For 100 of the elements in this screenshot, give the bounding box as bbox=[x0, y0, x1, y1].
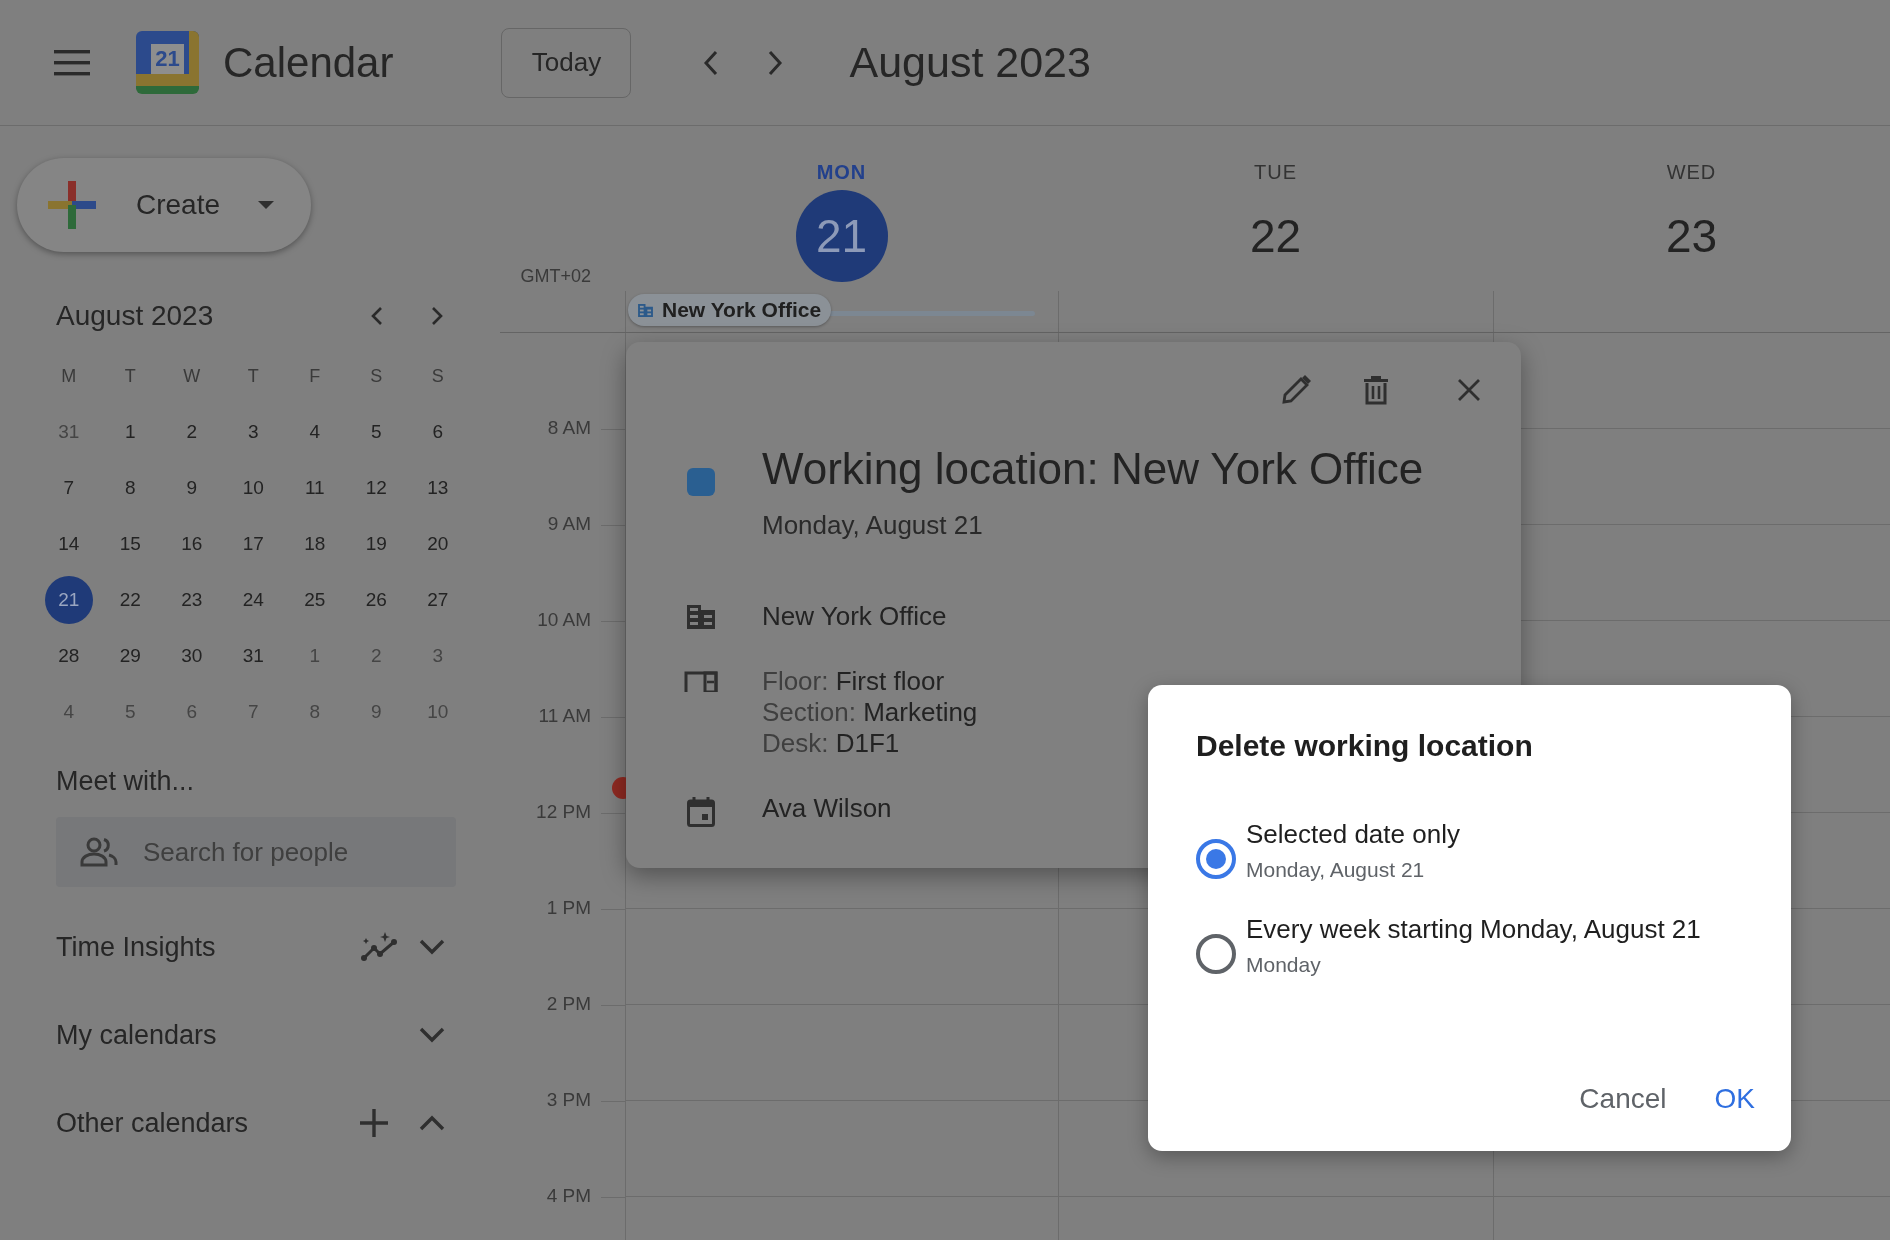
section-title[interactable]: Other calendars bbox=[56, 1107, 356, 1139]
date-cell[interactable]: 21 bbox=[44, 576, 93, 624]
plus-icon[interactable] bbox=[360, 1109, 388, 1137]
date-cell[interactable]: 14 bbox=[44, 520, 93, 568]
day-number[interactable]: 23 bbox=[1645, 190, 1738, 282]
date-cell[interactable]: 8 bbox=[106, 464, 155, 512]
day-number[interactable]: 22 bbox=[1229, 190, 1322, 282]
date-cell[interactable]: 2 bbox=[167, 408, 216, 456]
weekday-label: TUE bbox=[1254, 161, 1297, 184]
hour-label: 10 AM bbox=[537, 609, 591, 632]
date-cell[interactable]: 16 bbox=[167, 520, 216, 568]
date-cell[interactable]: 1 bbox=[290, 632, 339, 680]
date-cell[interactable]: 8 bbox=[290, 688, 339, 736]
desk-icon bbox=[684, 670, 718, 692]
date-cell[interactable]: 15 bbox=[106, 520, 155, 568]
date-cell[interactable]: 5 bbox=[352, 408, 401, 456]
day-number[interactable]: 21 bbox=[795, 190, 888, 282]
close-icon[interactable] bbox=[1457, 378, 1481, 402]
chevron-right-icon[interactable] bbox=[431, 306, 443, 326]
weekday-label: MON bbox=[816, 161, 867, 184]
location-text: New York Office bbox=[762, 601, 947, 632]
date-cell[interactable]: 9 bbox=[167, 464, 216, 512]
trash-icon[interactable] bbox=[1363, 375, 1389, 405]
date-cell[interactable]: 22 bbox=[106, 576, 155, 624]
option-sublabel: Monday bbox=[1246, 953, 1322, 977]
date-cell[interactable]: 29 bbox=[106, 632, 155, 680]
date-cell[interactable]: 24 bbox=[229, 576, 278, 624]
timezone-label: GMT+02 bbox=[520, 266, 591, 287]
event-date: Monday, August 21 bbox=[762, 510, 984, 541]
option-label[interactable]: Every week starting Monday, August 21 bbox=[1246, 914, 1701, 945]
detail-text: Desk: D1F1 bbox=[762, 728, 901, 759]
date-cell[interactable]: 31 bbox=[229, 632, 278, 680]
detail-text: Floor: First floor bbox=[762, 666, 946, 697]
hour-label: 4 PM bbox=[546, 1185, 591, 1208]
search-field[interactable]: Search for people bbox=[56, 817, 456, 887]
date-cell[interactable]: 13 bbox=[413, 464, 462, 512]
plus-icon bbox=[48, 181, 96, 229]
dialog-title: Delete working location bbox=[1196, 729, 1534, 763]
building-icon bbox=[687, 605, 715, 629]
weekday-label: WED bbox=[1666, 161, 1717, 184]
date-cell[interactable]: 3 bbox=[229, 408, 278, 456]
chevron-left-icon[interactable] bbox=[703, 49, 720, 76]
ok-button[interactable]: OK bbox=[1702, 1075, 1767, 1123]
date-cell[interactable]: 4 bbox=[290, 408, 339, 456]
hour-label: 1 PM bbox=[546, 897, 591, 920]
sparkle-chart-icon[interactable] bbox=[360, 932, 400, 962]
date-cell[interactable]: 9 bbox=[352, 688, 401, 736]
event-chip[interactable]: New York Office bbox=[628, 294, 832, 326]
date-cell[interactable]: 6 bbox=[413, 408, 462, 456]
date-cell[interactable]: 26 bbox=[352, 576, 401, 624]
date-cell[interactable]: 23 bbox=[167, 576, 216, 624]
weekday-label: M bbox=[60, 364, 78, 388]
period-title: August 2023 bbox=[849, 38, 1091, 87]
chevron-up-icon[interactable] bbox=[419, 1115, 445, 1131]
weekday-label: F bbox=[308, 364, 322, 388]
date-cell[interactable]: 10 bbox=[413, 688, 462, 736]
date-cell[interactable]: 7 bbox=[44, 464, 93, 512]
date-cell[interactable]: 5 bbox=[106, 688, 155, 736]
date-cell[interactable]: 10 bbox=[229, 464, 278, 512]
date-cell[interactable]: 6 bbox=[167, 688, 216, 736]
menu-icon[interactable] bbox=[54, 49, 90, 76]
today-button[interactable]: Today bbox=[501, 27, 632, 98]
hour-label: 11 AM bbox=[538, 705, 591, 728]
chevron-down-icon[interactable] bbox=[419, 1027, 445, 1043]
date-cell[interactable]: 11 bbox=[290, 464, 339, 512]
date-cell[interactable]: 30 bbox=[167, 632, 216, 680]
date-cell[interactable]: 12 bbox=[352, 464, 401, 512]
hour-label: 3 PM bbox=[546, 1089, 591, 1112]
date-cell[interactable]: 27 bbox=[413, 576, 462, 624]
date-cell[interactable]: 17 bbox=[229, 520, 278, 568]
date-cell[interactable]: 31 bbox=[44, 408, 93, 456]
section-title[interactable]: Time Insights bbox=[56, 931, 356, 963]
radio-button[interactable] bbox=[1196, 934, 1236, 974]
weekday-label: W bbox=[182, 364, 202, 388]
radio-button[interactable] bbox=[1196, 839, 1236, 879]
date-cell[interactable]: 20 bbox=[413, 520, 462, 568]
chevron-down-icon[interactable] bbox=[419, 939, 445, 955]
date-cell[interactable]: 3 bbox=[413, 632, 462, 680]
date-cell[interactable]: 2 bbox=[352, 632, 401, 680]
date-cell[interactable]: 25 bbox=[290, 576, 339, 624]
date-cell[interactable]: 28 bbox=[44, 632, 93, 680]
date-cell[interactable]: 4 bbox=[44, 688, 93, 736]
chevron-right-icon[interactable] bbox=[767, 49, 784, 76]
section-title[interactable]: My calendars bbox=[56, 1019, 356, 1051]
caret-icon bbox=[258, 201, 275, 209]
date-cell[interactable]: 7 bbox=[229, 688, 278, 736]
hour-label: 8 AM bbox=[547, 417, 591, 440]
option-sublabel: Monday, August 21 bbox=[1246, 858, 1426, 882]
pencil-icon[interactable] bbox=[1281, 375, 1311, 405]
cancel-button[interactable]: Cancel bbox=[1567, 1075, 1679, 1123]
date-cell[interactable]: 1 bbox=[106, 408, 155, 456]
create-button[interactable]: Create bbox=[17, 158, 311, 252]
date-cell[interactable]: 19 bbox=[352, 520, 401, 568]
event-color-square bbox=[687, 468, 715, 496]
calendar-logo: 21 bbox=[136, 31, 199, 94]
calendar-icon bbox=[687, 797, 715, 827]
option-label[interactable]: Selected date only bbox=[1246, 819, 1460, 850]
chevron-left-icon[interactable] bbox=[371, 306, 383, 326]
weekday-label: S bbox=[369, 364, 384, 388]
date-cell[interactable]: 18 bbox=[290, 520, 339, 568]
